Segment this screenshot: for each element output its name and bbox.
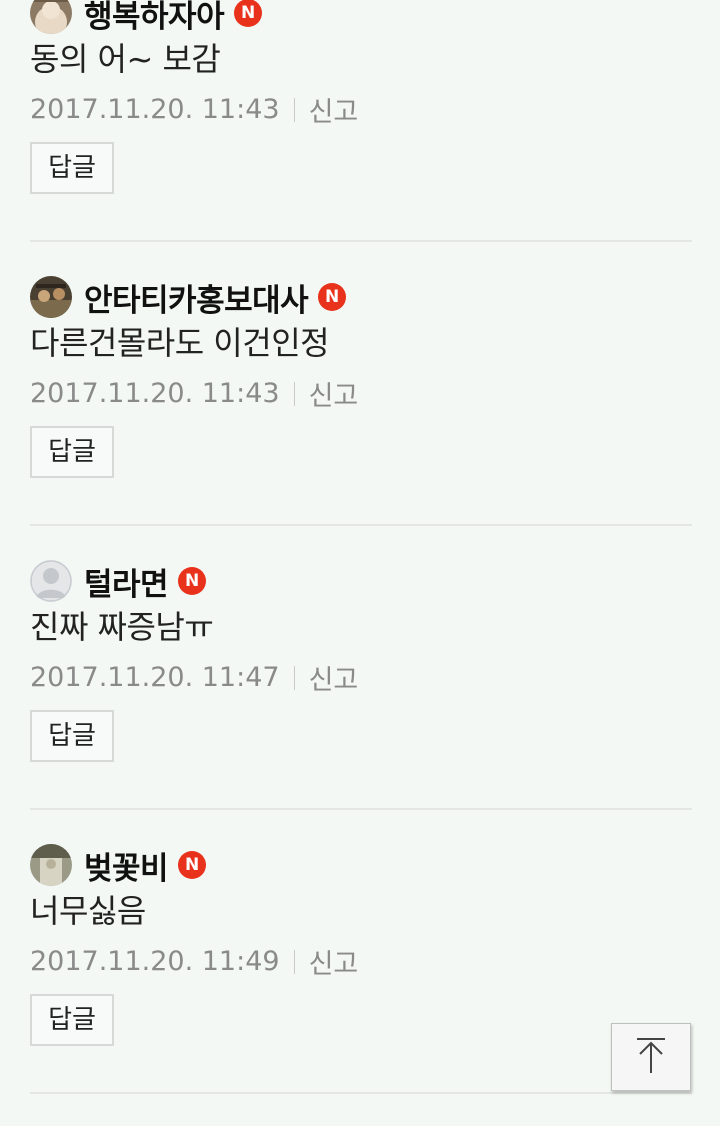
divider [30, 240, 692, 242]
comment-item: 안타티카홍보대사 N 다른건몰라도 이건인정 2017.11.20. 11:43… [30, 274, 692, 558]
avatar[interactable] [30, 844, 72, 886]
comment-text: 진짜 짜증남ㅠ [30, 608, 214, 646]
comment-date: 2017.11.20. 11:49 [30, 946, 280, 977]
comment-meta: 2017.11.20. 11:43 신고 [30, 90, 358, 129]
author-row: 털라면 N [30, 558, 207, 604]
meta-separator [293, 665, 295, 690]
author-name[interactable]: 안타티카홍보대사 [84, 275, 309, 320]
comment-meta: 2017.11.20. 11:49 신고 [30, 942, 358, 981]
new-badge: N [318, 283, 347, 311]
avatar[interactable] [30, 560, 72, 602]
avatar[interactable] [30, 276, 72, 318]
divider [30, 808, 692, 810]
comment-date: 2017.11.20. 11:43 [30, 378, 280, 409]
author-name[interactable]: 벚꽃비 [84, 843, 169, 888]
report-link[interactable]: 신고 [309, 90, 359, 129]
comment-text: 동의 어~ 보감 [30, 40, 221, 78]
comment-meta: 2017.11.20. 11:43 신고 [30, 374, 358, 413]
reply-button[interactable]: 답글 [30, 710, 114, 762]
author-row: 벚꽃비 N [30, 842, 207, 888]
avatar[interactable] [30, 0, 72, 34]
comment-date: 2017.11.20. 11:43 [30, 94, 280, 125]
report-link[interactable]: 신고 [309, 942, 359, 981]
divider [30, 524, 692, 526]
arrow-up-to-top-icon [633, 1035, 669, 1079]
comment-item: 벚꽃비 N 너무싫음 2017.11.20. 11:49 신고 답글 [30, 842, 692, 1126]
comment-item: 털라면 N 진짜 짜증남ㅠ 2017.11.20. 11:47 신고 답글 [30, 558, 692, 842]
comment-meta: 2017.11.20. 11:47 신고 [30, 658, 358, 697]
comment-item: 행복하자아 N 동의 어~ 보감 2017.11.20. 11:43 신고 답글 [30, 0, 692, 274]
meta-separator [293, 381, 295, 406]
report-link[interactable]: 신고 [309, 374, 359, 413]
comment-date: 2017.11.20. 11:47 [30, 662, 280, 693]
author-row: 안타티카홍보대사 N [30, 274, 347, 320]
author-name[interactable]: 털라면 [84, 559, 169, 604]
reply-button[interactable]: 답글 [30, 426, 114, 478]
author-row: 행복하자아 N [30, 0, 263, 36]
meta-separator [293, 97, 295, 122]
comment-text: 너무싫음 [30, 892, 146, 930]
report-link[interactable]: 신고 [309, 658, 359, 697]
author-name[interactable]: 행복하자아 [84, 0, 225, 36]
meta-separator [293, 949, 295, 974]
new-badge: N [178, 567, 207, 595]
divider [30, 1092, 692, 1094]
reply-button[interactable]: 답글 [30, 142, 114, 194]
reply-button[interactable]: 답글 [30, 994, 114, 1046]
new-badge: N [178, 851, 207, 879]
comment-text: 다른건몰라도 이건인정 [30, 324, 330, 362]
scroll-to-top-button[interactable] [611, 1023, 691, 1091]
new-badge: N [234, 0, 263, 27]
